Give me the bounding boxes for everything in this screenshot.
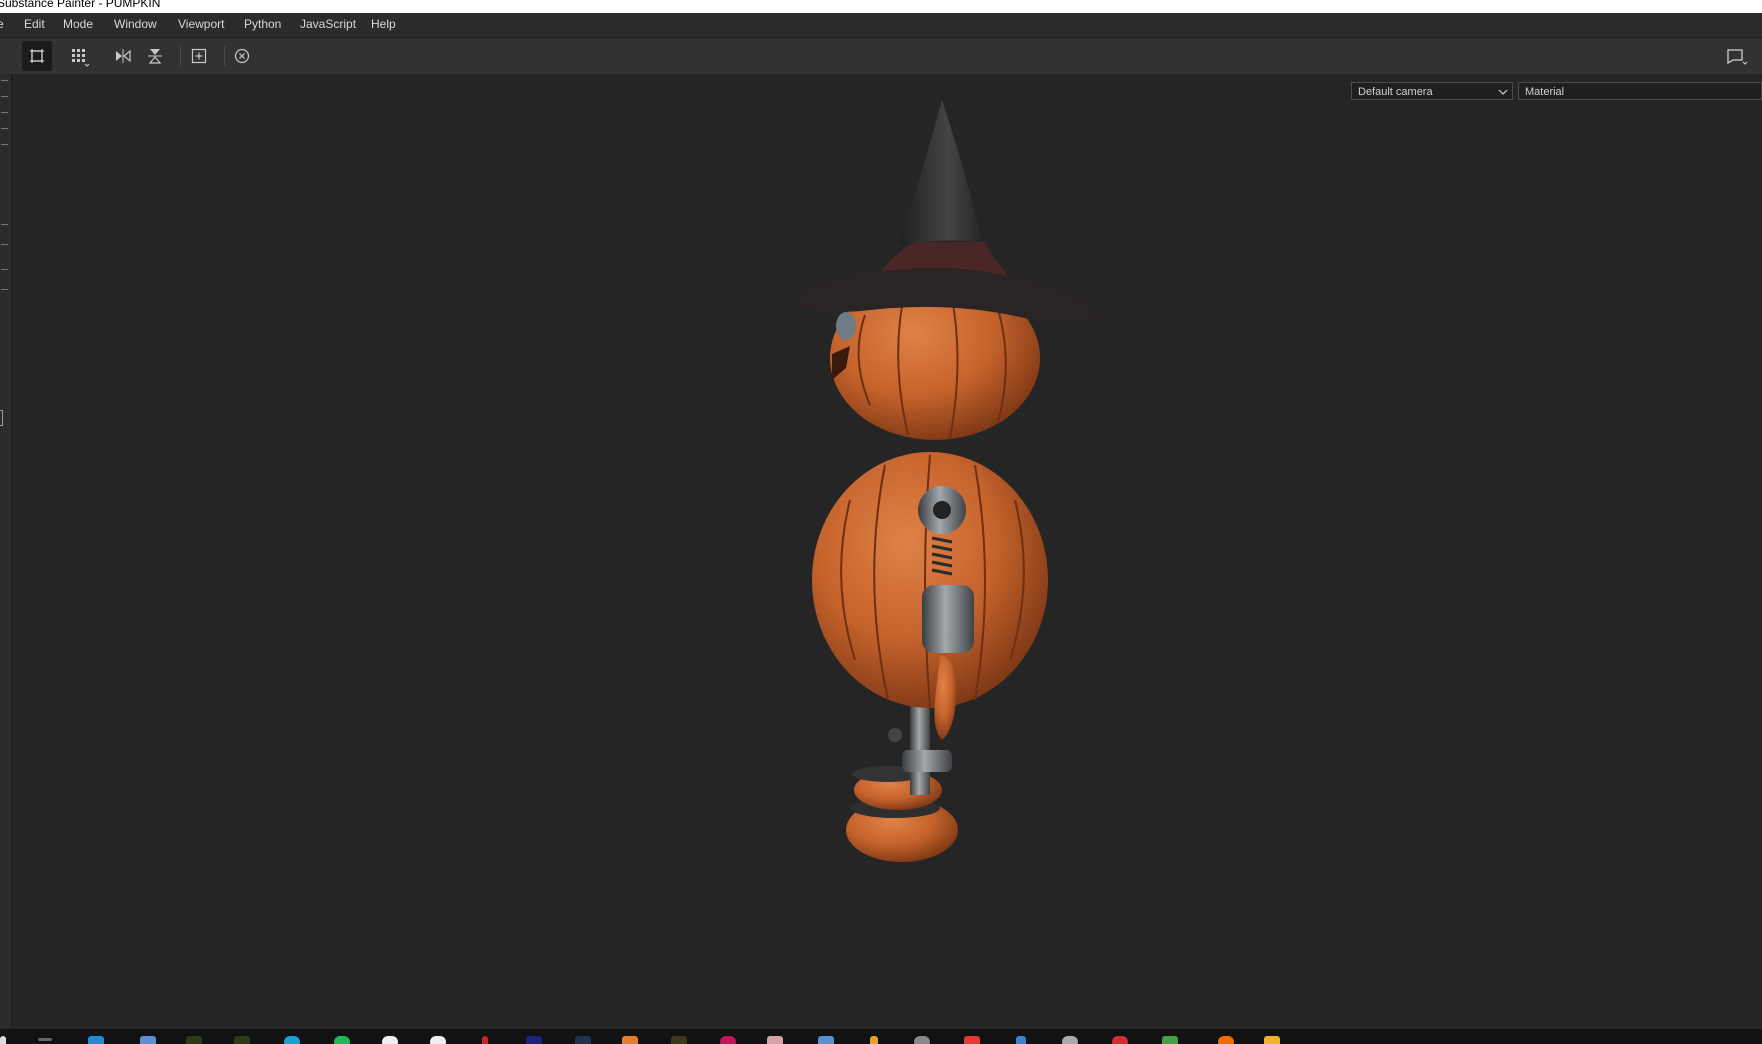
texture-set-view-button[interactable] bbox=[22, 41, 52, 71]
app-icon-5[interactable] bbox=[575, 1036, 591, 1044]
menu-edit[interactable]: Edit bbox=[24, 17, 45, 31]
app-icon-10[interactable] bbox=[870, 1036, 878, 1044]
menu-help[interactable]: Help bbox=[371, 17, 396, 31]
menu-file[interactable]: e bbox=[0, 17, 4, 31]
display-settings-button[interactable] bbox=[1722, 41, 1752, 71]
app-icon-14[interactable] bbox=[1062, 1036, 1078, 1044]
folder-icon[interactable] bbox=[1264, 1036, 1280, 1044]
menu-viewport[interactable]: Viewport bbox=[178, 17, 224, 31]
app-icon-11[interactable] bbox=[914, 1036, 930, 1044]
pumpkin-character-model[interactable] bbox=[770, 100, 1150, 940]
app-icon-3[interactable] bbox=[482, 1036, 488, 1044]
start-icon[interactable] bbox=[0, 1036, 6, 1044]
3d-viewport[interactable]: Default camera Material bbox=[12, 74, 1762, 1029]
panel-handle[interactable] bbox=[0, 410, 3, 426]
photos-icon[interactable] bbox=[140, 1036, 156, 1044]
render-mode-select[interactable]: Material bbox=[1518, 82, 1762, 100]
app-icon-4[interactable] bbox=[526, 1036, 542, 1044]
left-panel-strip[interactable] bbox=[0, 74, 12, 1029]
render-mode-value: Material bbox=[1525, 86, 1565, 98]
app-icon-8[interactable] bbox=[767, 1036, 783, 1044]
mirror-vertical-button[interactable] bbox=[140, 41, 170, 71]
camera-select-value: Default camera bbox=[1358, 86, 1433, 98]
grid-view-icon bbox=[72, 49, 90, 67]
app-icon-2[interactable] bbox=[234, 1036, 250, 1044]
browser-icon[interactable] bbox=[284, 1036, 300, 1044]
display-settings-icon bbox=[1727, 49, 1748, 65]
menu-javascript[interactable]: JavaScript bbox=[300, 17, 356, 31]
app-icon-12[interactable] bbox=[964, 1036, 980, 1044]
grid-view-button[interactable] bbox=[65, 41, 95, 71]
search-icon[interactable] bbox=[38, 1038, 52, 1041]
chrome-icon[interactable] bbox=[382, 1036, 398, 1044]
frame-selection-icon bbox=[191, 48, 207, 64]
menu-python[interactable]: Python bbox=[244, 17, 281, 31]
toolbar-divider bbox=[224, 46, 225, 66]
camera-select[interactable]: Default camera bbox=[1351, 82, 1513, 100]
frame-selection-button[interactable] bbox=[184, 41, 214, 71]
mirror-vertical-icon bbox=[148, 49, 162, 64]
edge-icon[interactable] bbox=[88, 1036, 104, 1044]
window-title: Substance Painter - PUMPKIN bbox=[0, 0, 161, 10]
menu-window[interactable]: Window bbox=[114, 17, 157, 31]
texture-set-view-icon bbox=[30, 49, 44, 63]
mirror-horizontal-button[interactable] bbox=[108, 41, 138, 71]
window-titlebar: Substance Painter - PUMPKIN bbox=[0, 0, 1762, 13]
app-icon-15[interactable] bbox=[1112, 1036, 1128, 1044]
app-icon-1[interactable] bbox=[186, 1036, 202, 1044]
windows-taskbar bbox=[0, 1029, 1762, 1044]
app-icon-17[interactable] bbox=[1218, 1036, 1234, 1044]
app-icon-7[interactable] bbox=[720, 1036, 736, 1044]
menu-mode[interactable]: Mode bbox=[63, 17, 93, 31]
viewport-toolbar bbox=[0, 38, 1762, 75]
reset-camera-icon bbox=[234, 48, 250, 64]
mirror-horizontal-icon bbox=[116, 49, 131, 63]
blender-icon[interactable] bbox=[622, 1036, 638, 1044]
app-icon-13[interactable] bbox=[1016, 1036, 1026, 1044]
toolbar-divider bbox=[180, 46, 181, 66]
chevron-down-icon bbox=[1498, 83, 1508, 107]
spotify-icon[interactable] bbox=[334, 1036, 350, 1044]
menu-bar: e Edit Mode Window Viewport Python JavaS… bbox=[0, 13, 1762, 38]
reset-camera-button[interactable] bbox=[227, 41, 257, 71]
chrome-icon-2[interactable] bbox=[430, 1036, 446, 1044]
app-icon-6[interactable] bbox=[671, 1036, 687, 1044]
app-icon-16[interactable] bbox=[1162, 1036, 1178, 1044]
app-icon-9[interactable] bbox=[818, 1036, 834, 1044]
